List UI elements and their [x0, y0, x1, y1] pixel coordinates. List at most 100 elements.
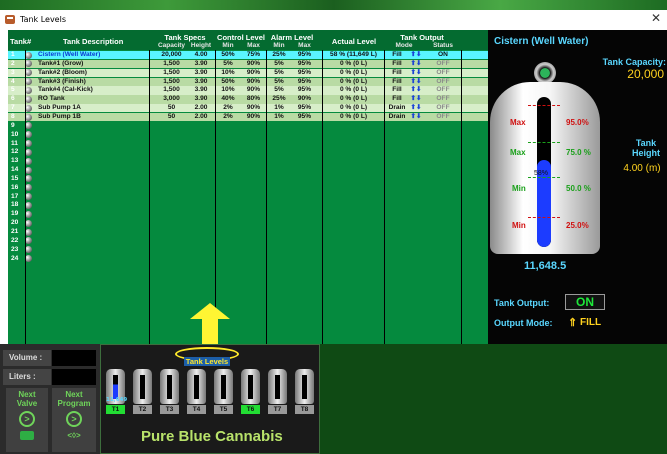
select-ball-icon[interactable]	[25, 60, 32, 68]
tank-levels-tab[interactable]: Tank Levels	[175, 347, 239, 366]
table-row-empty[interactable]: 9	[8, 122, 488, 130]
select-ball-icon[interactable]	[25, 210, 32, 218]
mini-tank[interactable]	[268, 369, 287, 404]
row-number: 15	[11, 174, 19, 182]
mini-tank-level	[113, 375, 118, 399]
control-max-label: Max	[510, 148, 526, 157]
select-ball-icon[interactable]	[25, 131, 32, 139]
select-ball-icon[interactable]	[25, 157, 32, 165]
select-ball-icon[interactable]	[25, 202, 32, 210]
table-row-empty[interactable]: 18	[8, 201, 488, 210]
row-number: 20	[11, 219, 19, 227]
mini-tank-level	[167, 375, 172, 399]
table-row[interactable]: 5 Tank#4 (Cal-Kick) 1,500 3.90 10% 90% 5% 95% 0 …	[8, 86, 499, 95]
table-row-empty[interactable]: 21	[8, 228, 488, 236]
mini-tank-level	[302, 375, 307, 399]
select-ball-icon[interactable]	[25, 184, 32, 192]
select-ball-icon[interactable]	[25, 237, 32, 245]
mini-tank-label: T3	[160, 405, 179, 414]
select-ball-icon[interactable]	[25, 246, 32, 254]
header-control-max: Max	[247, 42, 260, 49]
next-valve-button[interactable]: Next Valve >	[6, 388, 48, 452]
select-ball-icon[interactable]	[25, 51, 32, 59]
table-row-empty[interactable]: 19	[8, 210, 488, 218]
cell-amax: 95%	[297, 104, 312, 112]
cell-cap: 3,000	[163, 95, 180, 103]
cell-cmax: 90%	[246, 86, 261, 94]
row-number: 16	[11, 183, 19, 191]
table-row-empty[interactable]: 14	[8, 166, 488, 174]
next-program-button[interactable]: Next Program > <◊>	[52, 388, 96, 452]
table-row-empty[interactable]: 16	[8, 184, 488, 192]
mini-tank[interactable]	[214, 369, 233, 404]
select-ball-icon[interactable]	[25, 86, 32, 94]
table-row[interactable]: 2 Tank#1 (Grow) 1,500 3.90 5% 90% 5% 95% 0 % (0 …	[8, 59, 499, 69]
select-ball-icon[interactable]	[25, 148, 32, 156]
table-row-empty[interactable]: 23	[8, 246, 488, 254]
row-number: 9	[11, 121, 15, 129]
t1-volume: 11,649	[106, 397, 128, 403]
table-row[interactable]: 3 Tank#2 (Bloom) 1,500 3.90 10% 90% 5% 95% 0 % (…	[8, 68, 499, 78]
cell-status: OFF	[436, 112, 450, 120]
level-percent-label: 58%	[534, 170, 549, 177]
liters-display	[52, 369, 96, 385]
cell-cap: 1,500	[163, 68, 180, 76]
mini-tank[interactable]	[187, 369, 206, 404]
select-ball-icon[interactable]	[25, 78, 32, 86]
mini-tank[interactable]	[241, 369, 260, 404]
table-row-empty[interactable]: 17	[8, 193, 488, 201]
mini-tank-label: T5	[214, 405, 233, 414]
select-ball-icon[interactable]	[25, 166, 32, 174]
select-ball-icon[interactable]	[25, 255, 32, 263]
select-ball-icon[interactable]	[25, 95, 32, 103]
table-row-empty[interactable]: 15	[8, 175, 488, 183]
cell-amax: 95%	[297, 112, 312, 120]
control-min-value: 50.0 %	[566, 184, 591, 193]
row-number: 23	[11, 245, 19, 253]
mini-tank[interactable]	[295, 369, 314, 404]
table-row[interactable]: 6 RO Tank 3,000 3.90 40% 80% 25% 90% 0 % (0 L) Fi…	[8, 95, 499, 104]
cell-mode: Fill	[392, 86, 402, 94]
select-ball-icon[interactable]	[25, 175, 32, 183]
table-row-empty[interactable]: 10	[8, 131, 488, 139]
table-row[interactable]: 7 Sub Pump 1A 50 2.00 2% 90% 1% 95% 0 % (0 L) Dra…	[8, 104, 499, 113]
mini-tank[interactable]	[160, 369, 179, 404]
table-row[interactable]: 8 Sub Pump 1B 50 2.00 2% 90% 1% 95% 0 % (0 L) Dra…	[8, 112, 499, 122]
select-ball-icon[interactable]	[25, 104, 32, 112]
table-row-empty[interactable]: 24	[8, 255, 488, 263]
select-ball-icon[interactable]	[25, 193, 32, 201]
cell-h: 3.90	[194, 77, 208, 85]
column-divider	[322, 50, 323, 344]
select-ball-icon[interactable]	[25, 219, 32, 227]
fill-mode-icon: ⇑	[568, 317, 578, 329]
column-divider	[25, 50, 26, 344]
control-max-line	[528, 142, 560, 143]
tank-description: Sub Pump 1A	[38, 104, 81, 112]
table-row-empty[interactable]: 22	[8, 237, 488, 245]
table-row-empty[interactable]: 11	[8, 140, 488, 148]
table-row-empty[interactable]: 13	[8, 157, 488, 165]
table-row[interactable]: 1 Cistern (Well Water) 20,000 4.00 50% 75% 25%…	[8, 51, 499, 60]
cell-mode: Fill	[392, 51, 402, 58]
cell-act: 0 % (0 L)	[339, 86, 368, 94]
table-row-empty[interactable]: 20	[8, 219, 488, 227]
mini-tank[interactable]	[133, 369, 152, 404]
cell-cmin: 10%	[221, 68, 235, 76]
mini-tank-level	[248, 375, 253, 399]
panel-title: Cistern (Well Water)	[494, 36, 589, 47]
valve-icon: ⬆⬇	[410, 112, 422, 120]
close-button[interactable]: ✕	[651, 11, 661, 25]
table-row-empty[interactable]: 12	[8, 148, 488, 156]
select-ball-icon[interactable]	[25, 113, 32, 121]
select-ball-icon[interactable]	[25, 228, 32, 236]
row-number: 24	[11, 254, 19, 262]
select-ball-icon[interactable]	[25, 140, 32, 148]
select-ball-icon[interactable]	[25, 69, 32, 77]
cell-cmax: 90%	[246, 104, 261, 112]
cell-mode: Drain	[388, 104, 406, 112]
cell-cap: 1,500	[163, 59, 180, 67]
select-ball-icon[interactable]	[25, 122, 32, 130]
table-row[interactable]: 4 Tank#3 (Finish) 1,500 3.90 50% 90% 5% 95% 0 % …	[8, 77, 499, 86]
cell-amin: 25%	[272, 95, 286, 103]
liters-label: Liters :	[3, 369, 51, 385]
